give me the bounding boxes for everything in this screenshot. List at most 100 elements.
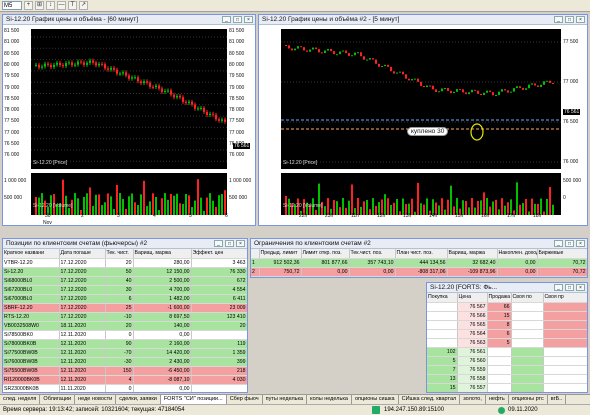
maximize-button[interactable]: □	[233, 16, 242, 23]
maximize-button[interactable]: □	[225, 240, 234, 247]
column-header[interactable]: План чист. поз.	[395, 249, 448, 259]
table-row[interactable]: VB0032508W0 18.11.2020 20 140,00 20	[3, 321, 247, 331]
table-row[interactable]: Si67000BL0 17.12.2020 6 1 482,00 6 411	[3, 294, 247, 304]
quote-row[interactable]: 76 563 5	[427, 338, 587, 348]
minimize-button[interactable]: _	[554, 284, 563, 291]
table-cell: Si76000BW0B	[3, 357, 60, 367]
quote-row[interactable]: 15 76 557	[427, 383, 587, 392]
table-row[interactable]: 1 912 502,36 801 877,66 357 743,10 444 134,5…	[251, 258, 587, 268]
workspace-tab[interactable]: Облигации	[40, 395, 76, 404]
candle	[411, 79, 413, 81]
quote-row[interactable]: 102 76 561	[427, 347, 587, 357]
maximize-button[interactable]: □	[565, 284, 574, 291]
column-header[interactable]: Вариац. маржа	[447, 249, 498, 259]
minimize-button[interactable]: _	[222, 16, 231, 23]
workspace-tab[interactable]: неде новости	[75, 395, 117, 404]
column-header[interactable]: Вариац. маржа	[133, 249, 192, 259]
quote-row[interactable]: 76 567 66	[427, 302, 587, 312]
column-header[interactable]: Накоплен. доход	[497, 249, 538, 259]
column-header[interactable]: Продажа	[487, 293, 512, 303]
workspace-tab[interactable]: опционы сишка	[352, 395, 399, 404]
column-header[interactable]	[251, 249, 260, 259]
table-row[interactable]: Si78500BK0 12.11.2020 0 0,00	[3, 330, 247, 340]
table-row[interactable]: Si68000BL0 17.12.2020 40 2 500,00 672	[3, 276, 247, 286]
close-button[interactable]: ×	[236, 240, 245, 247]
column-header[interactable]: Краткое названи	[3, 249, 60, 259]
quote-row[interactable]: 76 564 6	[427, 329, 587, 339]
minimize-button[interactable]: _	[214, 240, 223, 247]
close-button[interactable]: ×	[576, 16, 585, 23]
table-row[interactable]: Si77500BW0B 12.11.2020 -70 14 420,00 1 359	[3, 348, 247, 358]
scale-button[interactable]: ↕	[46, 1, 55, 10]
candle	[200, 107, 202, 109]
column-header[interactable]: Тек.чист. поз.	[349, 249, 396, 259]
workspace-tab[interactable]: сделки, заявки	[116, 395, 161, 404]
candle	[351, 55, 353, 57]
table-row[interactable]: RI120000BK0B 12.11.2020 4 -8 087,10 4 030	[3, 375, 247, 385]
volume-bar	[140, 194, 142, 215]
column-header[interactable]: Биржевые	[537, 249, 587, 259]
column-header[interactable]: Цена	[457, 293, 488, 303]
column-header[interactable]: Покупка	[427, 293, 458, 303]
workspace-tab[interactable]: золото,	[460, 395, 486, 404]
candle	[330, 48, 332, 52]
table-row[interactable]: SR23000BK0B 11.11.2020 0 0,00	[3, 384, 247, 392]
close-button[interactable]: ×	[576, 240, 585, 247]
x-tick: 6	[225, 213, 228, 219]
table-row[interactable]: SBRF-12.20 17.12.2020 25 -1 600,00 23 009	[3, 303, 247, 313]
maximize-button[interactable]: □	[565, 240, 574, 247]
column-header[interactable]: Лимит откр. поз.	[301, 249, 350, 259]
column-header[interactable]: Своя по	[511, 293, 544, 303]
grid-button[interactable]: ⊞	[35, 1, 44, 10]
workspace-tab[interactable]: колы неделька	[307, 395, 352, 404]
timeframe-select[interactable]: M5	[2, 1, 22, 10]
table-row[interactable]: 2 750,72 0,00 0,00 -808 317,06 -109 873,96 0,0…	[251, 267, 587, 277]
text-button[interactable]: T	[68, 1, 77, 10]
table-row[interactable]: VTBR-12.20 17.12.2020 20 280,00 3 463	[3, 258, 247, 268]
chart-area-2[interactable]	[259, 25, 587, 225]
quote-row[interactable]: 5 76 560	[427, 356, 587, 366]
minimize-button[interactable]: _	[554, 16, 563, 23]
column-header[interactable]: Дата погаше	[59, 249, 106, 259]
line-button[interactable]: —	[57, 1, 66, 10]
table-cell: 4 030	[191, 375, 247, 385]
table-row[interactable]: Si67200BL0 17.12.2020 30 4 700,00 4 554	[3, 285, 247, 295]
workspace-tab[interactable]: путы неделька	[263, 395, 308, 404]
table-row[interactable]: Si78000BK0B 12.11.2020 90 2 160,00 119	[3, 339, 247, 349]
quote-sell: 8	[487, 320, 512, 330]
chart-area-1[interactable]	[3, 25, 255, 225]
quote-sell	[487, 365, 512, 375]
table-row[interactable]: Si76000BW0B 12.11.2020 -30 2 430,00 399	[3, 357, 247, 367]
workspace-tab[interactable]: нефть	[486, 395, 509, 404]
column-header[interactable]: Эффект. цен	[191, 249, 247, 259]
volume-bar	[209, 193, 211, 215]
quote-row[interactable]: 76 565 8	[427, 320, 587, 330]
workspace-tab[interactable]: Сбер фьюч	[227, 395, 263, 404]
workspace-tab[interactable]: вгБ..	[548, 395, 567, 404]
candle	[300, 46, 302, 48]
column-header[interactable]: Тек. чист.	[105, 249, 134, 259]
table-row[interactable]: RTS-12.20 17.12.2020 -10 8 697,50 123 410	[3, 312, 247, 322]
workspace-tab[interactable]: след. неделя	[0, 395, 41, 404]
workspace-tab[interactable]: FORTS "СИ" позиции...	[160, 395, 227, 404]
column-header[interactable]: Предыд. лимит	[259, 249, 302, 259]
workspace-tab[interactable]: СИшка след. квартал	[399, 395, 461, 404]
table-row[interactable]: Si75500BW0B 12.11.2020 150 -6 450,00 218	[3, 366, 247, 376]
window-title: Si-12.20 График цены и объёма - [60 мину…	[6, 16, 139, 23]
column-header[interactable]: Своя пр	[543, 293, 587, 303]
quote-row[interactable]: 7 76 559	[427, 365, 587, 375]
crosshair-button[interactable]: +	[24, 1, 33, 10]
close-button[interactable]: ×	[576, 284, 585, 291]
candle	[158, 85, 160, 89]
workspace-tab[interactable]: опционы ртс	[509, 395, 548, 404]
table-cell: 17.12.2020	[59, 303, 106, 313]
table-cell: 90	[105, 339, 134, 349]
minimize-button[interactable]: _	[554, 240, 563, 247]
quote-row[interactable]: 76 566 15	[427, 311, 587, 321]
quote-price: 76 564	[457, 329, 488, 339]
close-button[interactable]: ×	[244, 16, 253, 23]
maximize-button[interactable]: □	[565, 16, 574, 23]
table-row[interactable]: Si-12.20 17.12.2020 50 12 150,00 76 330	[3, 267, 247, 277]
quote-row[interactable]: 13 76 558	[427, 374, 587, 384]
trend-button[interactable]: ↗	[79, 1, 88, 10]
